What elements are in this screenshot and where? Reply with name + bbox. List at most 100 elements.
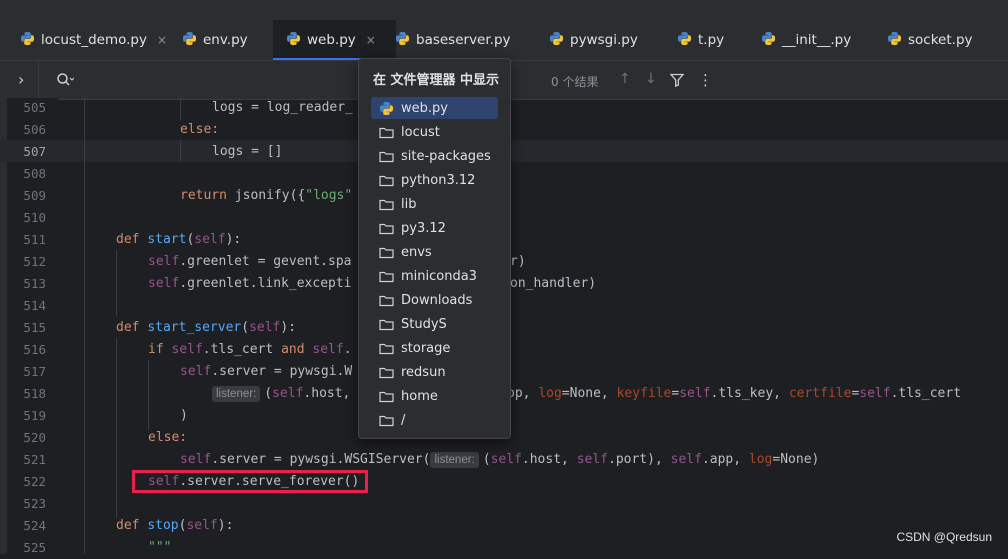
python-file-icon [677, 31, 692, 50]
tab-baseserver[interactable]: baseserver.py [383, 20, 545, 60]
tab-label: pywsgi.py [570, 32, 638, 48]
code-line-506[interactable]: else: [180, 119, 219, 141]
editor-tab-bar: locust_demo.py × env.py web.py × baseser… [0, 20, 1008, 60]
folder-icon [379, 174, 395, 187]
highlight-annotation-box [132, 470, 368, 493]
popup-item-folder[interactable]: lib [371, 193, 498, 215]
folder-icon [379, 318, 395, 331]
code-line-505[interactable]: logs = log_reader_ [212, 97, 353, 119]
self-ref: self [576, 452, 608, 467]
code-text: ( [264, 386, 273, 401]
code-text: .greenlet = gevent.spa [179, 254, 352, 269]
self-ref: self [670, 452, 702, 467]
python-file-icon [395, 31, 410, 50]
python-file-icon [761, 31, 776, 50]
tab-locust-demo[interactable]: locust_demo.py × [8, 20, 180, 60]
line-number: 508 [23, 166, 46, 181]
code-line-525[interactable]: """ [148, 537, 171, 559]
tab-label: socket.py [908, 32, 973, 48]
popup-item-label: redsun [401, 364, 446, 380]
popup-item-folder[interactable]: miniconda3 [371, 265, 498, 287]
code-line-518[interactable]: listener: (self.host, pp, log=None, keyfi… [212, 383, 961, 405]
tab-label: t.py [698, 32, 725, 48]
popup-item-folder[interactable]: py3.12 [371, 217, 498, 239]
popup-item-label: envs [401, 244, 432, 260]
code-line-517[interactable]: self.server = pywsgi.W [180, 361, 352, 383]
code-line-509[interactable]: return jsonify({"logs" [180, 185, 352, 207]
python-file-icon [887, 31, 902, 50]
code-line-511[interactable]: def start(self): [116, 229, 241, 251]
folder-icon [379, 126, 395, 139]
named-arg: log [538, 386, 562, 401]
search-icon[interactable] [56, 72, 75, 92]
line-number: 506 [23, 122, 46, 137]
code-text: .port), [608, 452, 671, 467]
code-text: logs = log_reader_ [212, 100, 353, 115]
popup-item-label: Downloads [401, 292, 473, 308]
results-count: 0 个结果 [551, 75, 599, 89]
tab-socket[interactable]: socket.py [867, 20, 1008, 60]
indent-guide [148, 360, 149, 430]
close-icon[interactable]: × [157, 33, 167, 47]
line-number: 505 [23, 100, 46, 115]
line-number: 509 [23, 188, 46, 203]
popup-item-folder[interactable]: redsun [371, 361, 498, 383]
code-line-513[interactable]: self.greenlet.link_excepti on_handler) [148, 273, 596, 295]
popup-item-label: py3.12 [401, 220, 446, 236]
indent-guide [180, 140, 181, 162]
code-line-516[interactable]: if self.tls_cert and self. [148, 339, 352, 361]
code-text: r) [510, 254, 526, 269]
self-ref: self [148, 276, 180, 291]
code-line-521[interactable]: self.server = pywsgi.WSGIServer(listener… [180, 449, 819, 471]
code-line-519[interactable]: ) [180, 405, 188, 427]
code-text: =None) [772, 452, 820, 467]
popup-item-web-py[interactable]: web.py [371, 97, 498, 119]
code-line-512[interactable]: self.greenlet = gevent.spa r) [148, 251, 526, 273]
code-line-507[interactable]: logs = [] [212, 141, 282, 163]
folder-icon [379, 270, 395, 283]
popup-item-label: storage [401, 340, 451, 356]
popup-item-folder[interactable]: Downloads [371, 289, 498, 311]
popup-item-label: miniconda3 [401, 268, 477, 284]
line-number: 525 [23, 540, 46, 555]
window-top-strip [0, 0, 1008, 21]
line-number: 522 [23, 474, 46, 489]
python-file-icon [286, 31, 301, 50]
line-number: 518 [23, 386, 46, 401]
line-number: 511 [23, 232, 46, 247]
popup-item-folder[interactable]: storage [371, 337, 498, 359]
code-line-515[interactable]: def start_server(self): [116, 317, 296, 339]
popup-item-folder[interactable]: python3.12 [371, 169, 498, 191]
tab-label: env.py [203, 32, 248, 48]
tab-init[interactable]: __init__.py [747, 20, 881, 60]
code-line-520[interactable]: else: [148, 427, 187, 449]
self-ref: self [312, 342, 344, 357]
tab-env[interactable]: env.py [168, 20, 287, 60]
popup-item-folder[interactable]: / [371, 409, 498, 431]
code-line-524[interactable]: def stop(self): [116, 515, 233, 537]
named-arg: keyfile [616, 386, 672, 401]
tab-web[interactable]: web.py × [273, 20, 396, 60]
line-number: 507 [23, 144, 46, 159]
line-number: 513 [23, 276, 46, 291]
popup-item-folder[interactable]: envs [371, 241, 498, 263]
prev-arrow-icon[interactable]: ↑ [619, 71, 631, 87]
self-ref: self [272, 386, 304, 401]
popup-item-folder[interactable]: StudyS [371, 313, 498, 335]
expand-chevron-icon[interactable]: › [18, 70, 24, 89]
keyword: and [281, 342, 313, 357]
next-arrow-icon[interactable]: ↓ [645, 71, 657, 87]
watermark: CSDN @Qredsun [896, 530, 992, 544]
filter-icon[interactable] [669, 73, 685, 91]
more-options-icon[interactable]: ⋮ [698, 71, 713, 89]
code-text: .tls_cert [890, 386, 962, 401]
popup-item-folder[interactable]: site-packages [371, 145, 498, 167]
code-text: jsonify({ [226, 188, 306, 203]
python-file-icon [379, 101, 395, 116]
code-text: .host, [521, 452, 577, 467]
code-text: .tls_key, [710, 386, 789, 401]
tab-pywsgi[interactable]: pywsgi.py [533, 20, 677, 60]
popup-item-folder[interactable]: locust [371, 121, 498, 143]
close-icon[interactable]: × [366, 33, 376, 47]
popup-item-folder[interactable]: home [371, 385, 498, 407]
